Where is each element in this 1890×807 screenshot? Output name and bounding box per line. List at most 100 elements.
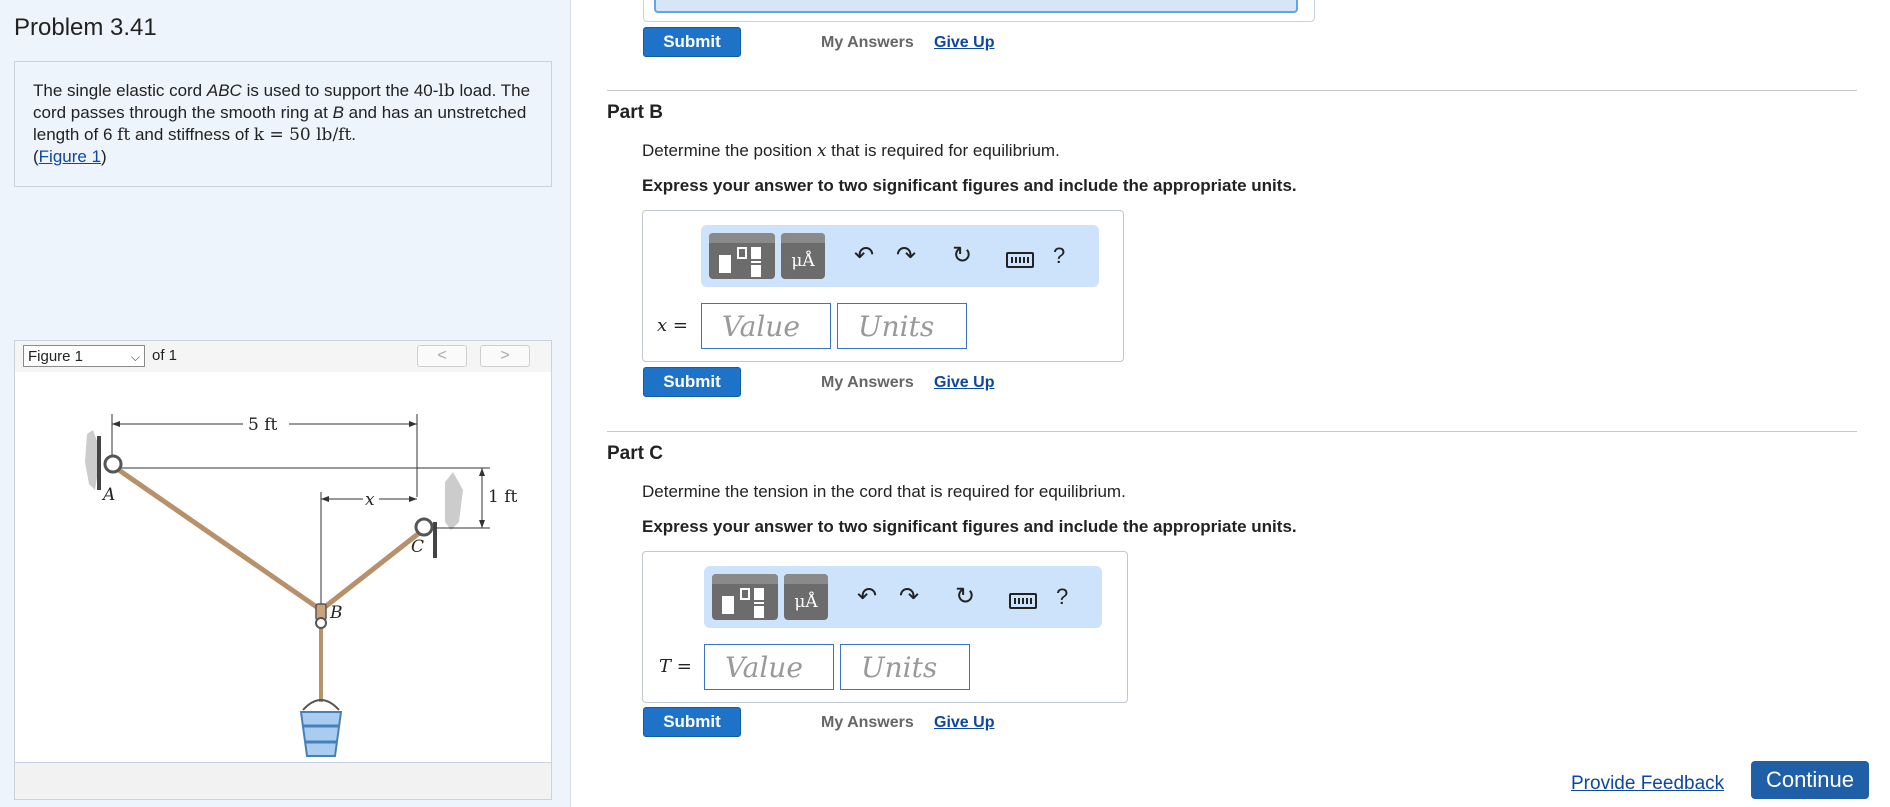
continue-button[interactable]: Continue bbox=[1751, 761, 1869, 799]
cord-ab bbox=[111, 463, 323, 613]
math-toolbar: μÅ ↶ ↷ ↻ ? bbox=[704, 566, 1102, 628]
part-c-give-up-link[interactable]: Give Up bbox=[934, 714, 994, 732]
help-icon[interactable]: ? bbox=[1053, 243, 1065, 269]
reset-icon[interactable]: ↻ bbox=[947, 243, 977, 269]
answer-variable: x = bbox=[657, 315, 688, 336]
prompt-variable: x bbox=[816, 141, 827, 161]
value-placeholder: Value bbox=[725, 651, 803, 684]
part-c-my-answers[interactable]: My Answers bbox=[821, 714, 914, 732]
template-icon bbox=[751, 261, 761, 263]
problem-text-part: . bbox=[351, 125, 357, 144]
arrowhead bbox=[409, 496, 417, 502]
variable-symbol: T bbox=[659, 656, 672, 677]
figure-count: of 1 bbox=[152, 347, 178, 364]
part-c-submit-button[interactable]: Submit bbox=[643, 707, 741, 737]
template-icon bbox=[754, 602, 764, 604]
answer-variable: T = bbox=[659, 656, 692, 677]
figure-diagram: 5 ft 1 ft x A B C bbox=[85, 414, 518, 757]
divider bbox=[607, 431, 1857, 432]
part-b-answer-box: μÅ ↶ ↷ ↻ ? x = Value Units bbox=[642, 210, 1124, 362]
arrowhead bbox=[409, 421, 417, 427]
units-placeholder: Units bbox=[861, 651, 938, 684]
figure-link[interactable]: Figure 1 bbox=[39, 147, 101, 166]
part-a-give-up-link[interactable]: Give Up bbox=[934, 34, 994, 52]
figure-footer bbox=[14, 762, 552, 800]
template-icon bbox=[751, 247, 761, 259]
bucket bbox=[299, 711, 343, 757]
part-a-submit-button[interactable]: Submit bbox=[643, 27, 741, 57]
reset-icon[interactable]: ↻ bbox=[950, 584, 980, 610]
provide-feedback-link[interactable]: Provide Feedback bbox=[1571, 773, 1724, 795]
paren-close: ) bbox=[101, 147, 107, 166]
keyboard-icon[interactable] bbox=[1009, 593, 1037, 609]
prompt-text: that is required for equilibrium. bbox=[826, 141, 1060, 160]
equals-sign: = bbox=[671, 656, 692, 677]
part-c-instruction: Express your answer to two significant f… bbox=[642, 517, 1297, 536]
problem-text-part: is used to support the 40- bbox=[241, 81, 439, 100]
dim-x-label: x bbox=[365, 490, 375, 510]
figure-toolbar: Figure 1 ⌵ of 1 < > bbox=[14, 340, 552, 374]
math-toolbar: μÅ ↶ ↷ ↻ ? bbox=[701, 225, 1099, 287]
problem-statement-box: The single elastic cord ABC is used to s… bbox=[14, 61, 552, 187]
arrowhead bbox=[112, 421, 120, 427]
units-placeholder: Units bbox=[858, 310, 935, 343]
problem-title: Problem 3.41 bbox=[14, 14, 157, 41]
chevron-down-icon: ⌵ bbox=[130, 350, 140, 364]
template-icon bbox=[737, 247, 747, 259]
label-c: C bbox=[411, 537, 424, 557]
next-figure-button[interactable]: > bbox=[480, 345, 530, 367]
problem-text-part: The single elastic cord bbox=[33, 81, 207, 100]
value-input[interactable]: Value bbox=[701, 303, 831, 349]
label-b: B bbox=[329, 603, 343, 623]
value-input[interactable]: Value bbox=[704, 644, 834, 690]
figure-select[interactable]: Figure 1 ⌵ bbox=[23, 345, 145, 367]
part-b-give-up-link[interactable]: Give Up bbox=[934, 374, 994, 392]
right-panel: Submit My Answers Give Up Part B Determi… bbox=[571, 0, 1890, 807]
part-c-answer-box: μÅ ↶ ↷ ↻ ? T = Value Units bbox=[642, 551, 1128, 703]
units-button-label: μÅ bbox=[794, 592, 818, 612]
prev-figure-button[interactable]: < bbox=[417, 345, 467, 367]
figure-select-value: Figure 1 bbox=[28, 348, 84, 365]
units-button[interactable]: μÅ bbox=[781, 233, 825, 279]
template-icon bbox=[751, 265, 761, 277]
units-input[interactable]: Units bbox=[840, 644, 970, 690]
bracket-c bbox=[433, 522, 437, 558]
part-a-answer-box bbox=[643, 0, 1315, 22]
prompt-text: Determine the position bbox=[642, 141, 817, 160]
button-cap bbox=[712, 574, 778, 584]
templates-button[interactable] bbox=[712, 574, 778, 620]
arrowhead bbox=[479, 520, 485, 528]
ring-c bbox=[414, 517, 434, 537]
templates-button[interactable] bbox=[709, 233, 775, 279]
redo-icon[interactable]: ↷ bbox=[891, 243, 921, 269]
hook-b bbox=[315, 617, 327, 629]
units-input[interactable]: Units bbox=[837, 303, 967, 349]
cord-label: ABC bbox=[206, 81, 242, 100]
keyboard-icon[interactable] bbox=[1006, 252, 1034, 268]
units-button[interactable]: μÅ bbox=[784, 574, 828, 620]
help-icon[interactable]: ? bbox=[1056, 584, 1068, 610]
dim-5ft-label: 5 ft bbox=[248, 415, 278, 435]
button-cap bbox=[709, 233, 775, 243]
part-a-toolbar bbox=[654, 0, 1298, 13]
ring-label: B bbox=[332, 103, 344, 122]
problem-text-part: and stiffness of bbox=[130, 125, 254, 144]
undo-icon[interactable]: ↶ bbox=[852, 584, 882, 610]
template-icon bbox=[754, 606, 764, 618]
template-icon bbox=[719, 255, 731, 273]
units-button-label: μÅ bbox=[791, 251, 815, 271]
part-c-prompt: Determine the tension in the cord that i… bbox=[642, 482, 1126, 501]
unit-ft: ft bbox=[117, 125, 131, 145]
arrowhead bbox=[321, 496, 329, 502]
undo-icon[interactable]: ↶ bbox=[849, 243, 879, 269]
part-b-instruction: Express your answer to two significant f… bbox=[642, 176, 1297, 195]
template-icon bbox=[740, 588, 750, 600]
part-b-my-answers[interactable]: My Answers bbox=[821, 374, 914, 392]
part-a-my-answers[interactable]: My Answers bbox=[821, 34, 914, 52]
stiffness-expression: k = 50 lb/ft bbox=[253, 125, 352, 145]
cord-bc bbox=[319, 528, 425, 612]
button-cap bbox=[784, 574, 828, 584]
redo-icon[interactable]: ↷ bbox=[894, 584, 924, 610]
divider bbox=[607, 90, 1857, 91]
part-b-submit-button[interactable]: Submit bbox=[643, 367, 741, 397]
